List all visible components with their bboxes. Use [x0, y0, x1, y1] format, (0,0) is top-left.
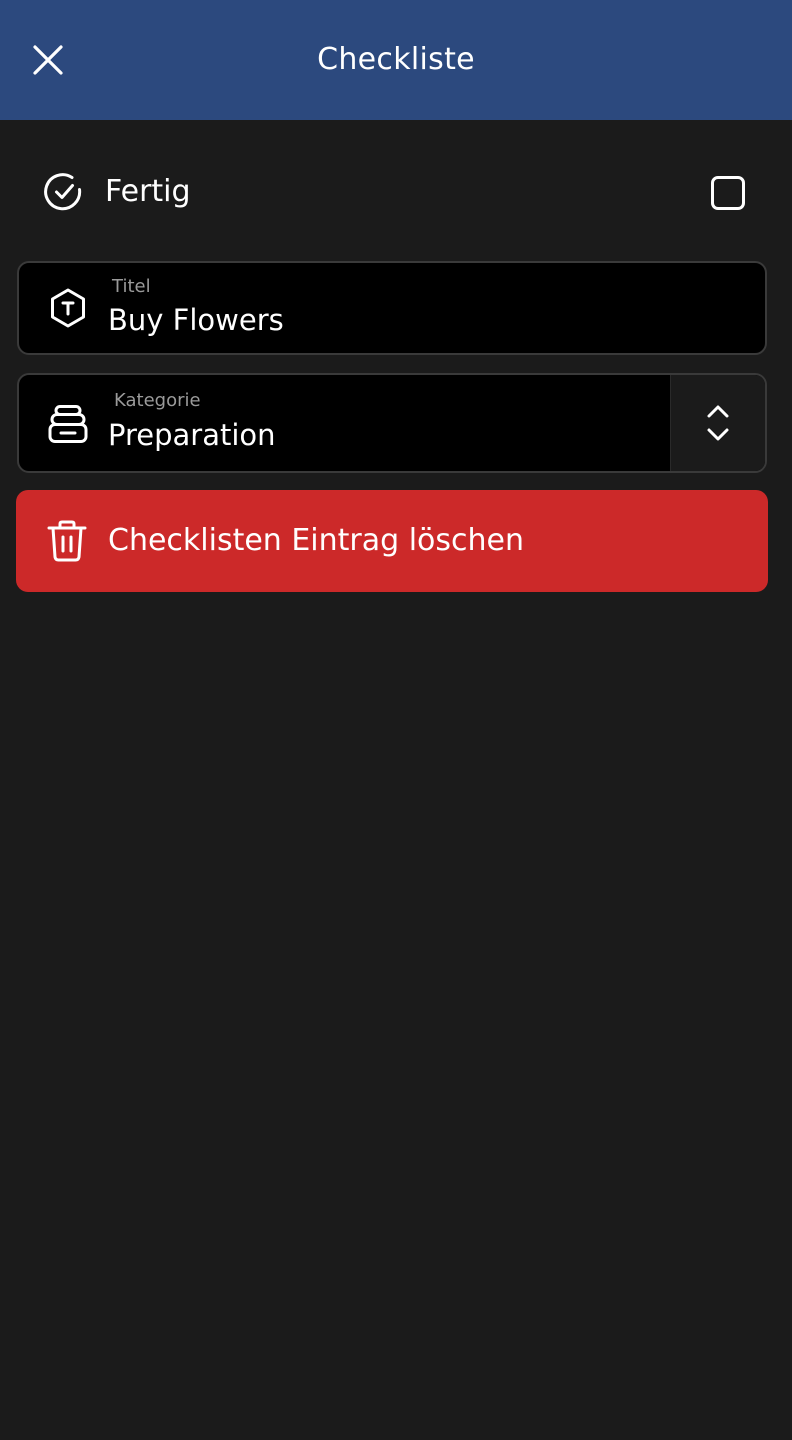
text-hexagon-icon: [51, 288, 85, 328]
category-field[interactable]: Kategorie Preparation: [17, 373, 767, 473]
trash-icon: [47, 520, 87, 562]
chevron-up-down-icon: [707, 405, 729, 441]
title-field-value[interactable]: Buy Flowers: [108, 300, 284, 340]
check-circle-icon: [44, 173, 82, 211]
title-field-label: Titel: [112, 276, 151, 297]
category-field-label: Kategorie: [114, 390, 201, 411]
title-field[interactable]: Titel Buy Flowers: [17, 261, 767, 355]
app-header: Checkliste: [0, 0, 792, 120]
stack-tray-icon: [48, 405, 88, 443]
delete-entry-button[interactable]: Checklisten Eintrag löschen: [16, 490, 768, 592]
page-title: Checkliste: [317, 42, 475, 77]
delete-entry-label: Checklisten Eintrag löschen: [108, 523, 525, 558]
done-row[interactable]: Fertig: [0, 150, 792, 234]
category-field-value[interactable]: Preparation: [108, 415, 276, 455]
category-select-button[interactable]: [670, 375, 765, 471]
done-label: Fertig: [105, 174, 191, 209]
done-checkbox[interactable]: [711, 176, 745, 210]
